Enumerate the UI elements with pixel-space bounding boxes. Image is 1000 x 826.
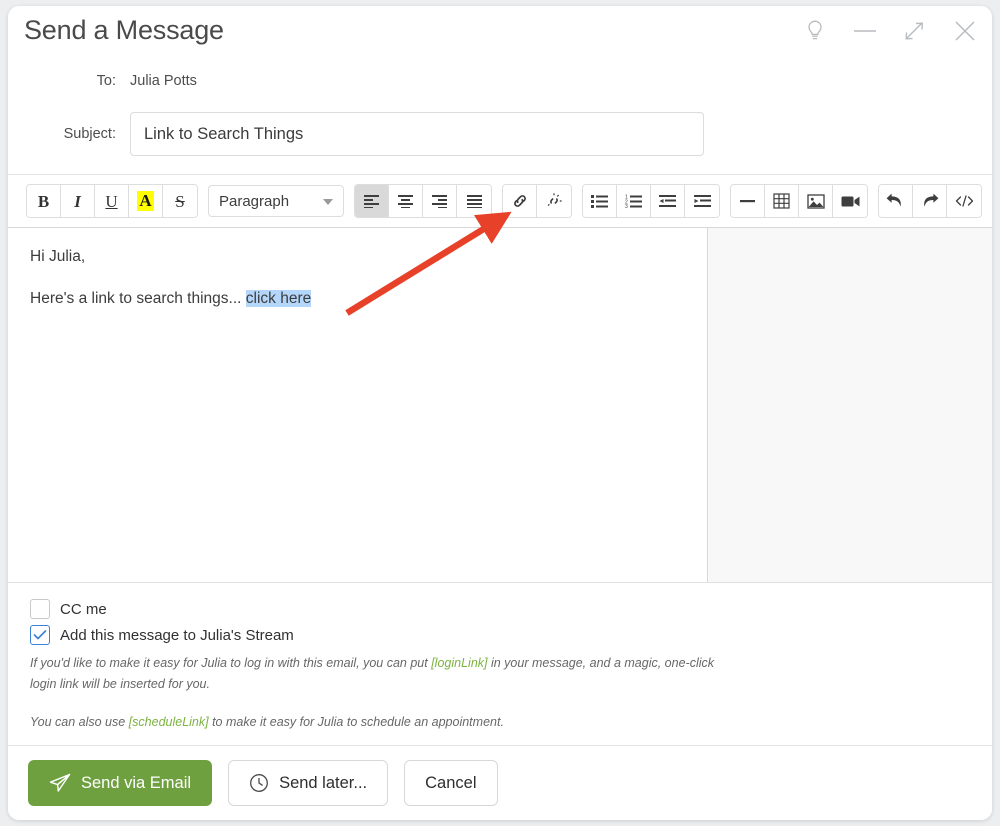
cancel-label: Cancel <box>425 773 477 792</box>
message-editor[interactable]: Hi Julia, Here's a link to search things… <box>8 228 708 583</box>
schedule-hint-part1: You can also use <box>30 715 129 730</box>
bullet-list-button[interactable] <box>583 185 617 217</box>
cc-me-label: CC me <box>60 600 107 618</box>
unlink-button[interactable] <box>537 185 571 217</box>
cc-me-checkbox[interactable] <box>30 599 50 620</box>
strikethrough-label: S <box>175 191 185 211</box>
outdent-button[interactable] <box>651 185 685 217</box>
editor-greeting: Hi Julia, <box>30 248 86 265</box>
message-header-fields: To: Julia Potts Subject: <box>8 64 992 174</box>
page-title: Send a Message <box>24 15 224 45</box>
editor-toolbar: B I U A S Paragraph 1 2 3 <box>8 174 992 228</box>
editor-link-line: Here's a link to search things... click … <box>30 288 687 310</box>
link-group <box>502 184 572 218</box>
add-to-stream-label: Add this message to Julia's Stream <box>60 626 294 644</box>
insert-image-button[interactable] <box>799 185 833 217</box>
to-recipient[interactable]: Julia Potts <box>130 73 197 89</box>
align-left-button[interactable] <box>355 185 389 217</box>
schedule-hint-part2: to make it easy for Julia to schedule an… <box>208 715 504 730</box>
editor-selected-link-text[interactable]: click here <box>245 290 312 308</box>
align-center-button[interactable] <box>389 185 423 217</box>
app-root: Send a Message To: Julia Potts Subject: … <box>0 0 1000 826</box>
horizontal-rule-button[interactable] <box>731 185 765 217</box>
editor-side-panel <box>708 228 992 583</box>
to-label: To: <box>96 73 116 89</box>
insert-video-button[interactable] <box>833 185 867 217</box>
redo-button[interactable] <box>913 185 947 217</box>
numbered-list-button[interactable]: 1 2 3 <box>617 185 651 217</box>
send-via-email-button[interactable]: Send via Email <box>28 760 213 806</box>
editor-body-row: Hi Julia, Here's a link to search things… <box>8 228 992 584</box>
italic-button[interactable]: I <box>61 185 95 217</box>
cancel-button[interactable]: Cancel <box>404 760 498 806</box>
dialog-footer: Send via Email Send later... Cancel <box>8 745 992 820</box>
source-code-button[interactable] <box>947 185 981 217</box>
subject-label: Subject: <box>63 126 116 142</box>
text-style-group: B I U A S <box>26 184 198 218</box>
send-via-email-label: Send via Email <box>81 773 192 792</box>
chevron-down-icon <box>323 199 333 205</box>
login-link-hint: If you'd like to make it easy for Julia … <box>30 653 730 694</box>
to-row: To: Julia Potts <box>8 66 992 96</box>
send-later-label: Send later... <box>279 773 368 792</box>
send-message-window: Send a Message To: Julia Potts Subject: … <box>8 6 992 820</box>
bold-label: B <box>37 191 50 211</box>
minimize-icon[interactable] <box>850 16 880 46</box>
login-hint-part1: If you'd like to make it easy for Julia … <box>30 656 432 671</box>
align-right-button[interactable] <box>423 185 457 217</box>
svg-text:3: 3 <box>625 204 628 208</box>
editor-line-prefix: Here's a link to search things... <box>30 290 246 308</box>
login-link-token: [loginLink] <box>431 656 488 671</box>
add-to-stream-checkbox[interactable] <box>30 625 50 646</box>
italic-label: I <box>74 191 81 211</box>
highlight-label: A <box>137 191 154 211</box>
window-titlebar: Send a Message <box>8 6 992 64</box>
alignment-group <box>354 184 492 218</box>
message-options: CC me Add this message to Julia's Stream… <box>8 583 992 745</box>
schedule-link-token: [scheduleLink] <box>128 715 209 730</box>
align-justify-button[interactable] <box>457 185 491 217</box>
schedule-link-hint: You can also use [scheduleLink] to make … <box>30 712 730 733</box>
send-later-button[interactable]: Send later... <box>228 760 389 806</box>
paragraph-format-value: Paragraph <box>219 192 290 210</box>
collapse-icon[interactable] <box>900 16 930 46</box>
underline-label: U <box>105 191 118 211</box>
indent-button[interactable] <box>685 185 719 217</box>
close-icon[interactable] <box>950 16 980 46</box>
insert-link-button[interactable] <box>503 185 537 217</box>
lightbulb-icon[interactable] <box>800 16 830 46</box>
undo-button[interactable] <box>879 185 913 217</box>
cc-me-row[interactable]: CC me <box>30 599 107 620</box>
paragraph-format-select[interactable]: Paragraph <box>208 185 344 217</box>
insert-table-button[interactable] <box>765 185 799 217</box>
subject-row: Subject: <box>8 112 992 156</box>
strikethrough-button[interactable]: S <box>163 185 197 217</box>
add-to-stream-row[interactable]: Add this message to Julia's Stream <box>30 625 294 646</box>
highlight-color-button[interactable]: A <box>129 185 163 217</box>
history-group <box>878 184 982 218</box>
list-group: 1 2 3 <box>582 184 720 218</box>
underline-button[interactable]: U <box>95 185 129 217</box>
insert-group <box>730 184 868 218</box>
subject-input[interactable] <box>130 112 704 156</box>
bold-button[interactable]: B <box>27 185 61 217</box>
window-controls <box>800 16 980 46</box>
